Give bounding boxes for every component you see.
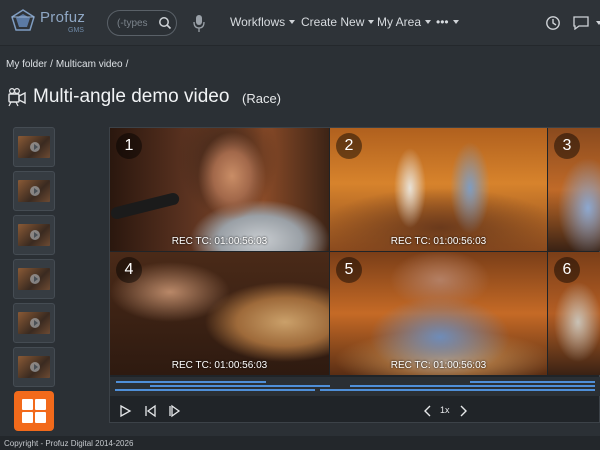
timeline-track	[116, 381, 266, 383]
search-box	[107, 10, 177, 36]
slower-icon[interactable]	[421, 404, 435, 418]
angle-tile-5[interactable]: 5 REC TC: 01:00:56:03	[330, 252, 547, 375]
angle-tile-6[interactable]: 6	[548, 252, 600, 375]
microphone-prop	[110, 191, 181, 221]
angle-number: 6	[554, 257, 580, 283]
profuz-logo[interactable]: Profuz GMS	[10, 6, 102, 38]
angle-tile-4[interactable]: 4 REC TC: 01:00:56:03	[110, 252, 329, 375]
timeline-track	[470, 381, 595, 383]
play-icon	[30, 142, 40, 152]
play-icon	[30, 318, 40, 328]
chevron-down-icon	[289, 20, 296, 24]
timeline-track	[150, 385, 330, 387]
timeline-track	[350, 385, 595, 387]
angle-thumbnail-4[interactable]	[13, 259, 55, 299]
angle-tile-2[interactable]: 2 REC TC: 01:00:56:03	[330, 128, 547, 251]
timeline-track	[115, 389, 315, 391]
play-icon[interactable]	[118, 404, 132, 418]
playback-speed: 1x	[440, 405, 450, 415]
nav-more-label: •••	[436, 15, 449, 29]
angle-tile-1[interactable]: 1 REC TC: 01:00:56:03	[110, 128, 329, 251]
history-icon[interactable]	[545, 15, 561, 31]
nav-create-new[interactable]: Create New	[301, 15, 375, 29]
rec-timecode: REC TC: 01:00:56:03	[171, 360, 268, 371]
breadcrumb-separator: /	[125, 59, 129, 70]
multicam-icon	[8, 87, 26, 107]
nav-more[interactable]: •••	[436, 15, 459, 29]
angle-number: 4	[116, 257, 142, 283]
faster-icon[interactable]	[456, 404, 470, 418]
page-subtitle: (Race)	[242, 91, 282, 106]
angle-thumbnail-5[interactable]	[13, 303, 55, 343]
nav-create-new-label: Create New	[301, 15, 365, 29]
chat-icon[interactable]	[573, 16, 589, 30]
footer-copyright: Copyright - Profuz Digital 2014-2026	[0, 436, 600, 450]
play-icon	[30, 274, 40, 284]
angle-thumbnail-2[interactable]	[13, 171, 55, 211]
search-input[interactable]	[117, 16, 157, 30]
step-forward-icon[interactable]	[167, 404, 181, 418]
play-icon	[30, 186, 40, 196]
angle-number: 1	[116, 133, 142, 159]
logo-text: Profuz	[40, 9, 86, 26]
rec-timecode: REC TC: 01:00:56:03	[390, 236, 487, 247]
nav-my-area[interactable]: My Area	[377, 15, 432, 29]
angle-number: 2	[336, 133, 362, 159]
play-icon	[30, 362, 40, 372]
microphone-icon[interactable]	[192, 14, 206, 33]
profuz-logo-icon	[11, 9, 35, 31]
angle-thumbnail-1[interactable]	[13, 127, 55, 167]
nav-workflows-label: Workflows	[230, 15, 286, 29]
breadcrumb-my-folder[interactable]: My folder	[6, 59, 47, 70]
timeline[interactable]	[110, 377, 600, 396]
angle-number: 3	[554, 133, 580, 159]
grid-icon	[35, 412, 46, 423]
angle-thumbnail-3[interactable]	[13, 215, 55, 255]
apps-grid-button[interactable]	[14, 391, 54, 431]
grid-icon	[22, 412, 33, 423]
step-back-icon[interactable]	[143, 404, 157, 418]
angle-tile-3[interactable]: 3	[548, 128, 600, 251]
timeline-track	[320, 389, 595, 391]
search-icon[interactable]	[158, 16, 172, 30]
multicam-player: 1 REC TC: 01:00:56:03 2 REC TC: 01:00:56…	[109, 127, 600, 423]
top-bar: Profuz GMS Workflows Create New My Area …	[0, 0, 600, 46]
rec-timecode: REC TC: 01:00:56:03	[390, 360, 487, 371]
chevron-down-icon[interactable]	[596, 21, 600, 25]
grid-icon	[22, 399, 33, 410]
angle-thumbnail-6[interactable]	[13, 347, 55, 387]
angle-number: 5	[336, 257, 362, 283]
play-icon	[30, 230, 40, 240]
chevron-down-icon	[452, 20, 459, 24]
grid-icon	[35, 399, 46, 410]
logo-subtext: GMS	[68, 27, 84, 34]
nav-my-area-label: My Area	[377, 15, 422, 29]
chevron-down-icon	[425, 20, 432, 24]
breadcrumb-multicam-video[interactable]: Multicam video	[56, 59, 123, 70]
chevron-down-icon	[368, 20, 375, 24]
breadcrumb-separator: /	[50, 59, 53, 70]
nav-workflows[interactable]: Workflows	[230, 15, 296, 29]
rec-timecode: REC TC: 01:00:56:03	[171, 236, 268, 247]
breadcrumb: My folder / Multicam video /	[6, 59, 131, 70]
page-title: Multi-angle demo video	[33, 86, 230, 107]
playback-controls: 1x	[110, 398, 600, 424]
